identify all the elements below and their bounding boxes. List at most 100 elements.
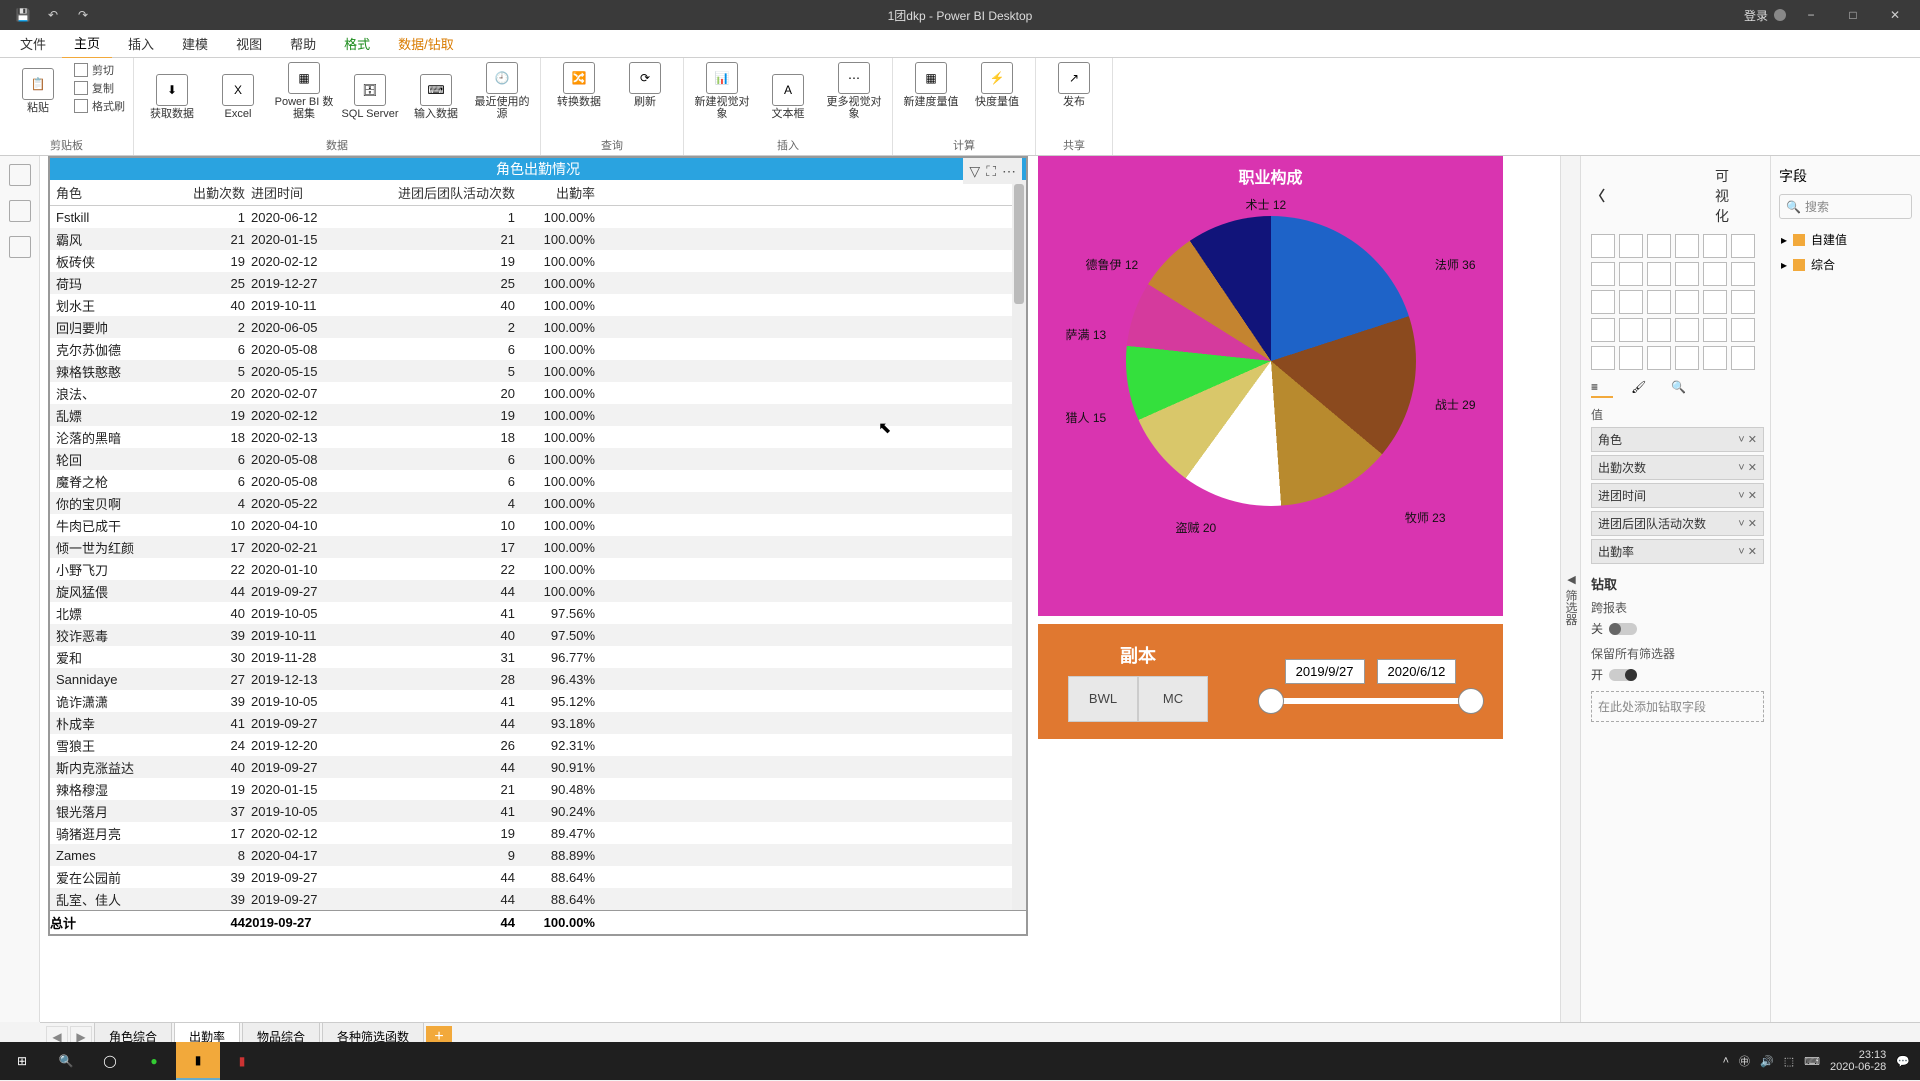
fields-mode-icon[interactable]: ≡ (1591, 380, 1613, 398)
tray-chevron-icon[interactable]: ˄ (1723, 1055, 1729, 1067)
viz-type-icon[interactable] (1619, 234, 1643, 258)
enterdata-button[interactable]: ⌨输入数据 (406, 74, 466, 120)
viz-type-icon[interactable] (1675, 318, 1699, 342)
tray-volume-icon[interactable]: 🔊 (1760, 1055, 1774, 1068)
table-row[interactable]: 浪法、202020-02-0720100.00% (50, 382, 1026, 404)
viz-type-icon[interactable] (1731, 262, 1755, 286)
table-row[interactable]: Zames82020-04-17988.89% (50, 844, 1026, 866)
viz-type-icon[interactable] (1619, 318, 1643, 342)
table-row[interactable]: 划水王402019-10-1140100.00% (50, 294, 1026, 316)
table-scrollbar[interactable] (1012, 180, 1026, 910)
tab-model[interactable]: 建模 (170, 29, 220, 58)
cross-toggle[interactable]: 关 (1591, 620, 1764, 637)
table-row[interactable]: 板砖侠192020-02-1219100.00% (50, 250, 1026, 272)
tab-file[interactable]: 文件 (8, 29, 58, 58)
filter-icon[interactable]: ▽ (969, 160, 980, 182)
table-body[interactable]: Fstkill12020-06-121100.00%霸风212020-01-15… (50, 206, 1026, 910)
viz-type-icon[interactable] (1647, 234, 1671, 258)
table-row[interactable]: 爱和302019-11-283196.77% (50, 646, 1026, 668)
maximize-icon[interactable]: □ (1836, 0, 1870, 30)
tab-format[interactable]: 格式 (332, 29, 382, 58)
keep-toggle[interactable]: 开 (1591, 666, 1764, 683)
app-icon[interactable]: ● (132, 1042, 176, 1080)
sql-button[interactable]: 🗄SQL Server (340, 74, 400, 120)
pie-visual[interactable]: 职业构成 法师 36 战士 29 牧师 23 盗贼 20 猎人 15 萨满 13… (1038, 156, 1503, 616)
new-visual-button[interactable]: 📊新建视觉对象 (692, 62, 752, 120)
table-row[interactable]: 旋风猛偎442019-09-2744100.00% (50, 580, 1026, 602)
table-item[interactable]: ▸自建值 (1779, 227, 1912, 252)
tray-network-icon[interactable]: ⬚ (1784, 1055, 1794, 1068)
tab-help[interactable]: 帮助 (278, 29, 328, 58)
pbids-button[interactable]: ▦Power BI 数据集 (274, 62, 334, 120)
pie-chart[interactable] (1126, 216, 1416, 506)
date-slider[interactable] (1266, 698, 1476, 704)
table-row[interactable]: 轮回62020-05-086100.00% (50, 448, 1026, 470)
table-row[interactable]: 荷玛252019-12-2725100.00% (50, 272, 1026, 294)
date-to[interactable]: 2020/6/12 (1377, 659, 1457, 684)
tab-home[interactable]: 主页 (62, 28, 112, 60)
field-well-item[interactable]: 角色˅ ✕ (1591, 427, 1764, 452)
more-icon[interactable]: ⋯ (1002, 160, 1016, 182)
table-row[interactable]: 辣格穆湿192020-01-152190.48% (50, 778, 1026, 800)
format-mode-icon[interactable]: 🖌 (1631, 380, 1653, 398)
viz-type-icon[interactable] (1731, 346, 1755, 370)
field-well-item[interactable]: 出勤次数˅ ✕ (1591, 455, 1764, 480)
model-view-icon[interactable] (9, 236, 31, 258)
report-view-icon[interactable] (9, 164, 31, 186)
viz-type-icon[interactable] (1703, 346, 1727, 370)
table-row[interactable]: Sannidaye272019-12-132896.43% (50, 668, 1026, 690)
table-row[interactable]: 牛肉已成干102020-04-1010100.00% (50, 514, 1026, 536)
viz-type-icon[interactable] (1647, 262, 1671, 286)
date-from[interactable]: 2019/9/27 (1285, 659, 1365, 684)
field-well-item[interactable]: 进团时间˅ ✕ (1591, 483, 1764, 508)
slicer-btn-bwl[interactable]: BWL (1068, 676, 1138, 722)
table-row[interactable]: 骑猪逛月亮172020-02-121989.47% (50, 822, 1026, 844)
excel-button[interactable]: XExcel (208, 74, 268, 120)
transform-button[interactable]: 🔀转换数据 (549, 62, 609, 108)
login-button[interactable]: 登录 (1744, 7, 1786, 24)
tray-keyboard-icon[interactable]: ⌨ (1804, 1055, 1820, 1068)
table-row[interactable]: 回归要帅22020-06-052100.00% (50, 316, 1026, 338)
table-row[interactable]: 你的宝贝啊42020-05-224100.00% (50, 492, 1026, 514)
table-row[interactable]: 辣格铁憨憨52020-05-155100.00% (50, 360, 1026, 382)
data-view-icon[interactable] (9, 200, 31, 222)
publish-button[interactable]: ↗发布 (1044, 62, 1104, 108)
viz-type-icon[interactable] (1591, 318, 1615, 342)
slicer-visual[interactable]: 副本 BWL MC 2019/9/27 2020/6/12 (1038, 624, 1503, 739)
table-row[interactable]: 雪狼王242019-12-202692.31% (50, 734, 1026, 756)
tab-insert[interactable]: 插入 (116, 29, 166, 58)
cut-button[interactable]: 剪切 (74, 62, 125, 78)
notifications-icon[interactable]: 💬 (1896, 1055, 1910, 1068)
field-well-item[interactable]: 出勤率˅ ✕ (1591, 539, 1764, 564)
viz-type-icon[interactable] (1647, 290, 1671, 314)
drill-dropzone[interactable]: 在此处添加钻取字段 (1591, 691, 1764, 722)
fields-search[interactable]: 🔍搜索 (1779, 194, 1912, 219)
cortana-icon[interactable]: ◯ (88, 1042, 132, 1080)
table-item[interactable]: ▸综合 (1779, 252, 1912, 277)
table-row[interactable]: 乱室、佳人392019-09-274488.64% (50, 888, 1026, 910)
filters-pane-collapsed[interactable]: ◀ 筛选器 (1560, 156, 1580, 1022)
tray-ime-icon[interactable]: ㊥ (1739, 1053, 1750, 1069)
field-well-item[interactable]: 进团后团队活动次数˅ ✕ (1591, 511, 1764, 536)
viz-type-icon[interactable] (1619, 262, 1643, 286)
more-visual-button[interactable]: ⋯更多视觉对象 (824, 62, 884, 120)
table-visual[interactable]: 角色出勤情况 ▽ ⛶ ⋯ 角色 出勤次数 进团时间 进团后团队活动次数 出勤率 … (48, 156, 1028, 936)
report-canvas[interactable]: 角色出勤情况 ▽ ⛶ ⋯ 角色 出勤次数 进团时间 进团后团队活动次数 出勤率 … (40, 156, 1560, 1022)
viz-type-icon[interactable] (1591, 290, 1615, 314)
save-icon[interactable]: 💾 (12, 4, 34, 26)
viz-type-icon[interactable] (1703, 262, 1727, 286)
viz-type-icon[interactable] (1675, 290, 1699, 314)
table-row[interactable]: Fstkill12020-06-121100.00% (50, 206, 1026, 228)
viz-type-icon[interactable] (1591, 262, 1615, 286)
refresh-button[interactable]: ⟳刷新 (615, 62, 675, 108)
brush-button[interactable]: 格式刷 (74, 98, 125, 114)
table-row[interactable]: 小野飞刀222020-01-1022100.00% (50, 558, 1026, 580)
app-icon[interactable]: ▮ (220, 1042, 264, 1080)
viz-type-icon[interactable] (1703, 234, 1727, 258)
textbox-button[interactable]: A文本框 (758, 74, 818, 120)
viz-type-icon[interactable] (1675, 234, 1699, 258)
table-row[interactable]: 倾一世为红颜172020-02-2117100.00% (50, 536, 1026, 558)
measure-button[interactable]: ▦新建度量值 (901, 62, 961, 108)
table-row[interactable]: 朴成幸412019-09-274493.18% (50, 712, 1026, 734)
table-row[interactable]: 爱在公园前392019-09-274488.64% (50, 866, 1026, 888)
